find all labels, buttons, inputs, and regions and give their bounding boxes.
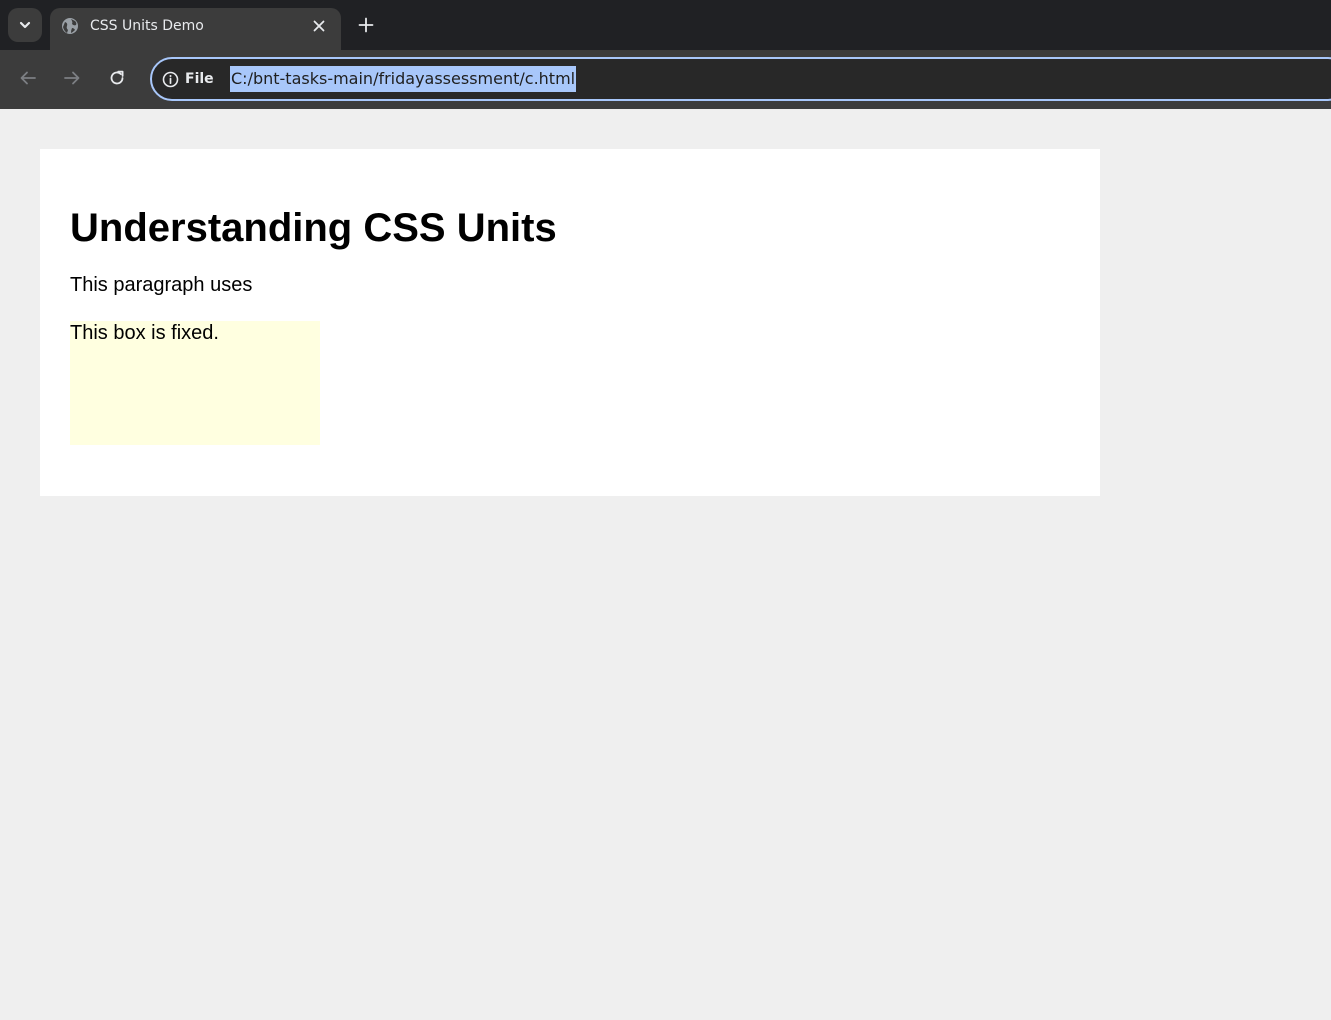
chevron-down-icon [19,21,31,29]
fixed-box-text: This box is fixed. [70,322,219,344]
site-info-label: File [185,71,214,87]
tab-search-button[interactable] [8,8,42,42]
forward-button[interactable] [57,63,87,93]
paragraph: This paragraph uses [70,274,253,296]
new-tab-button[interactable] [352,11,380,39]
url-text[interactable]: C:/bnt-tasks-main/fridayassessment/c.htm… [230,66,577,92]
plus-icon [358,17,374,33]
arrow-right-icon [64,71,80,85]
arrow-left-icon [20,71,36,85]
globe-icon [62,18,78,34]
tab-title: CSS Units Demo [90,18,204,34]
tab-strip: CSS Units Demo [0,0,1331,50]
content-card: Understanding CSS Units This paragraph u… [40,149,1100,496]
reload-button[interactable] [102,63,132,93]
tab-close-button[interactable] [310,17,328,35]
page-heading: Understanding CSS Units [70,206,557,250]
tab-active[interactable]: CSS Units Demo [50,8,341,50]
info-icon [162,71,179,87]
fixed-box: This box is fixed. [70,321,320,445]
site-info-button[interactable]: File [162,69,214,89]
page-viewport: Understanding CSS Units This paragraph u… [0,109,1331,1020]
close-icon [313,20,325,32]
address-bar[interactable]: File C:/bnt-tasks-main/fridayassessment/… [150,57,1331,101]
reload-icon [110,70,124,85]
back-button[interactable] [13,63,43,93]
toolbar: File C:/bnt-tasks-main/fridayassessment/… [0,50,1331,109]
